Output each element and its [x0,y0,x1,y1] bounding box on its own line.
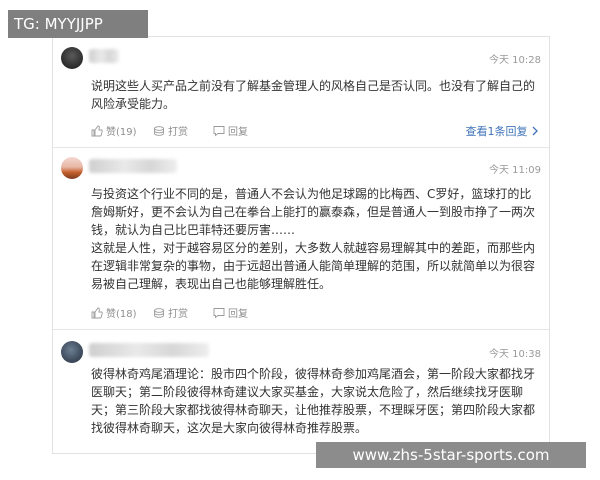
comment-item: 今天 10:28 说明这些人买产品之前没有了解基金管理人的风格自己是否认同。也没… [53,37,549,145]
thumbs-up-icon [91,307,103,318]
avatar[interactable] [61,47,83,69]
comment-time: 今天 11:09 [489,165,541,176]
thumbs-up-icon [91,125,103,136]
comment-time: 今天 10:28 [489,55,541,66]
reply-button[interactable]: 回复 [213,305,248,320]
avatar[interactable] [61,157,83,179]
view-replies-label: 查看1条回复 [465,125,528,138]
comment-time: 今天 10:38 [489,349,541,360]
comment-item: 今天 11:09 与投资这个行业不同的是，普通人不会认为他足球踢的比梅西、C罗好… [53,147,549,327]
username-blurred [89,49,119,63]
comment-text: 与投资这个行业不同的是，普通人不会认为他足球踢的比梅西、C罗好，篮球打的比 詹姆… [91,187,536,291]
like-button[interactable]: 赞(19) [91,123,137,138]
like-count: 赞(18) [106,309,137,320]
like-count: 赞(19) [106,127,137,138]
reply-label: 回复 [228,309,248,320]
chevron-right-icon [532,126,538,136]
reward-label: 打赏 [168,309,188,320]
view-replies-link[interactable]: 查看1条回复 [466,123,540,139]
avatar[interactable] [61,341,83,363]
reward-button[interactable]: 打赏 [153,123,188,138]
comment-bubble-icon [213,307,225,318]
comment-list: 今天 10:28 说明这些人买产品之前没有了解基金管理人的风格自己是否认同。也没… [52,36,550,454]
comment-actions: 赞(19) 打赏 回复 查看1条回复 [91,123,539,139]
username-blurred [89,343,209,357]
username-blurred [89,159,177,173]
watermark-tag: TG: MYYJJPP [8,10,148,38]
coins-icon [154,307,164,318]
coins-icon [154,125,164,136]
comment-bubble-icon [213,125,225,136]
watermark-url: www.zhs-5star-sports.com [316,442,586,468]
reward-label: 打赏 [168,127,188,138]
comment-text: 说明这些人买产品之前没有了解基金管理人的风格自己是否认同。也没有了解自己的 风险… [91,79,536,111]
like-button[interactable]: 赞(18) [91,305,137,320]
comment-text: 彼得林奇鸡尾酒理论：股市四个阶段，彼得林奇参加鸡尾酒会，第一阶段大家都找牙 医聊… [91,367,536,435]
divider [53,329,549,330]
reply-button[interactable]: 回复 [213,123,248,138]
reply-label: 回复 [228,127,248,138]
reward-button[interactable]: 打赏 [153,305,188,320]
comment-item: 今天 10:38 彼得林奇鸡尾酒理论：股市四个阶段，彼得林奇参加鸡尾酒会，第一阶… [53,331,549,455]
comment-actions: 赞(18) 打赏 回复 [91,305,539,321]
